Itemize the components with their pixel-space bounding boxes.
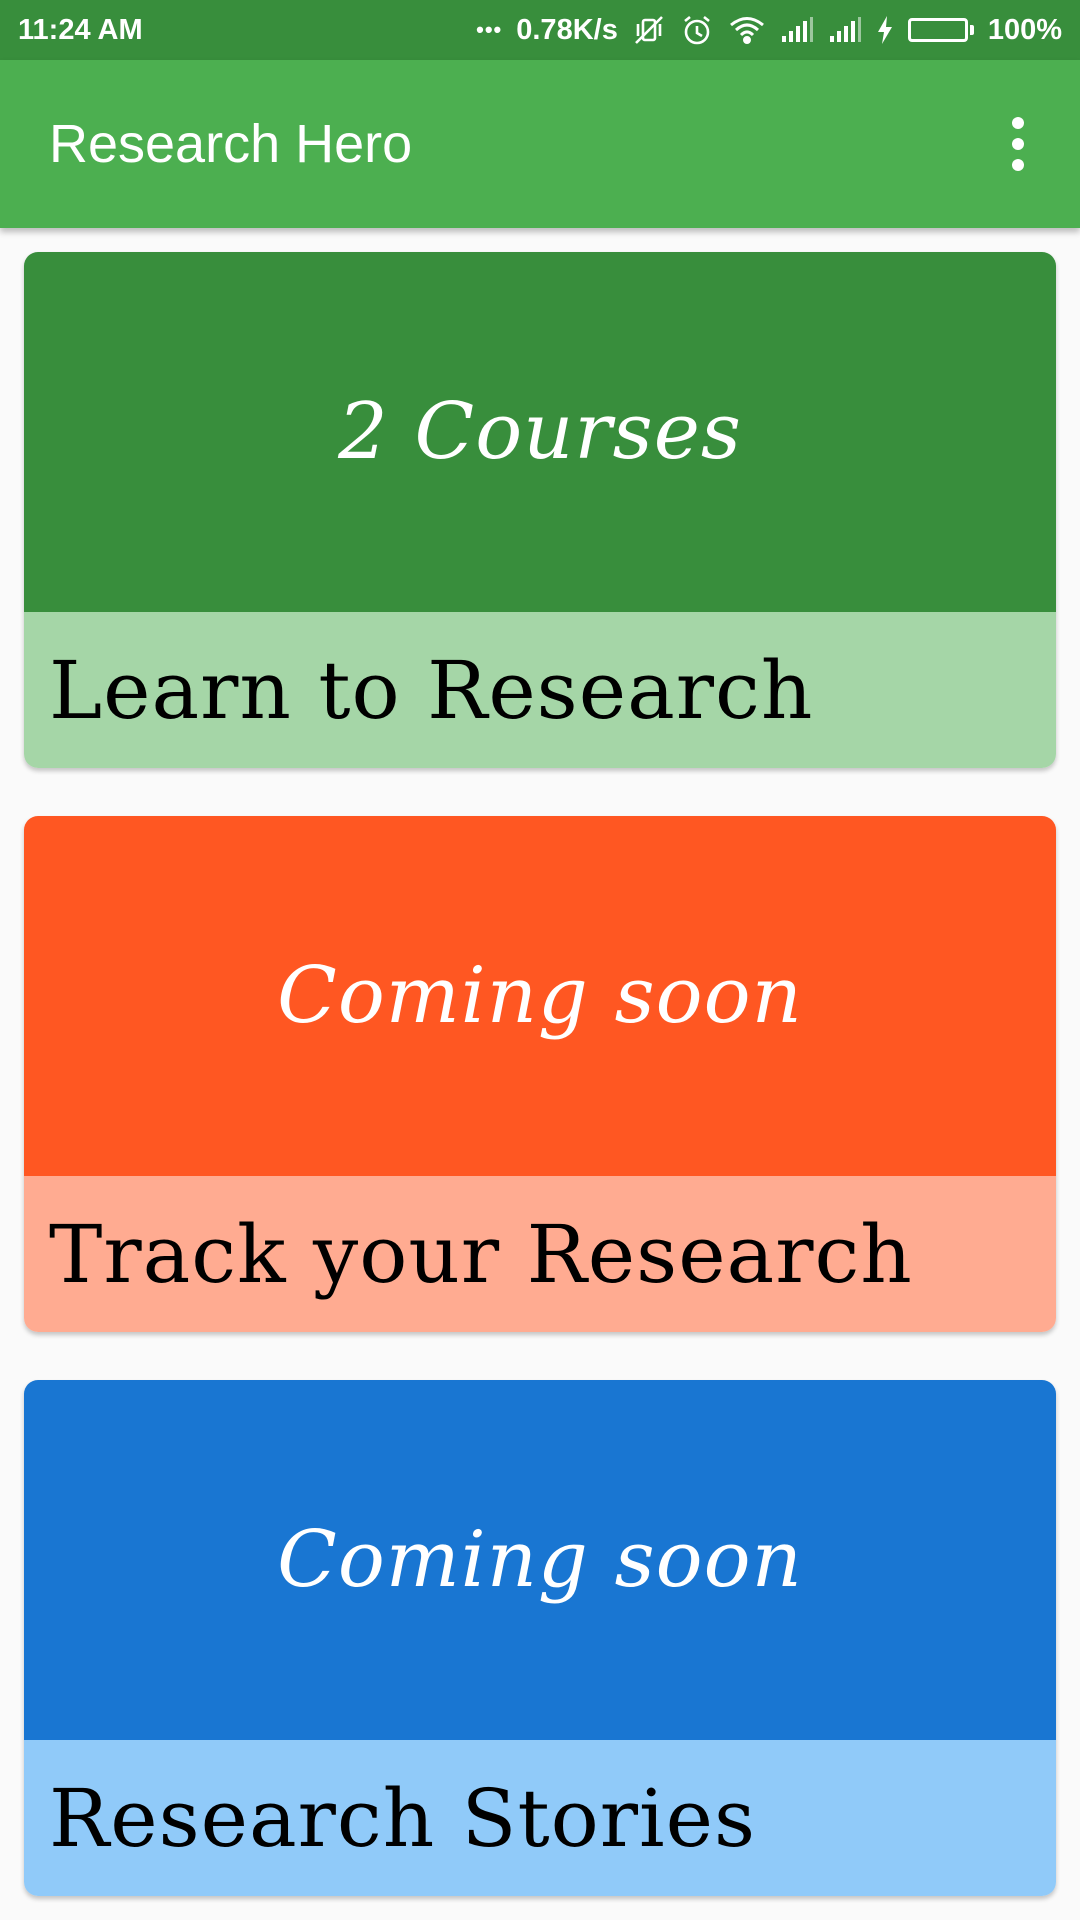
app-bar: Research Hero (0, 60, 1080, 228)
card-title: Track your Research (49, 1207, 913, 1301)
status-bar: 11:24 AM ••• 0.78K/s 100% (0, 0, 1080, 60)
more-dots: ••• (476, 17, 503, 42)
network-speed: 0.78K/s (516, 13, 618, 46)
card-track-your-research[interactable]: Coming soon Track your Research (24, 816, 1056, 1332)
charging-icon (876, 15, 894, 45)
card-footer: Research Stories (24, 1740, 1056, 1896)
card-research-stories[interactable]: Coming soon Research Stories (24, 1380, 1056, 1896)
card-banner: Coming soon (24, 1380, 1056, 1740)
card-banner: Coming soon (24, 816, 1056, 1176)
signal-icon (780, 16, 814, 44)
app-title: Research Hero (49, 114, 413, 174)
card-footer: Learn to Research (24, 612, 1056, 768)
signal-icon (828, 16, 862, 44)
wifi-icon (728, 15, 766, 45)
vibrate-off-icon (632, 13, 666, 47)
card-footer: Track your Research (24, 1176, 1056, 1332)
card-banner: 2 Courses (24, 252, 1056, 612)
card-title: Learn to Research (49, 643, 814, 737)
card-banner-text: 2 Courses (338, 387, 742, 477)
alarm-icon (680, 13, 714, 47)
card-title: Research Stories (49, 1771, 757, 1865)
card-banner-text: Coming soon (277, 951, 803, 1041)
status-icons: ••• 0.78K/s 100% (476, 13, 1062, 47)
card-learn-to-research[interactable]: 2 Courses Learn to Research (24, 252, 1056, 768)
more-vert-icon[interactable] (994, 104, 1042, 184)
card-banner-text: Coming soon (277, 1515, 803, 1605)
status-time: 11:24 AM (18, 13, 143, 46)
battery-icon (907, 18, 974, 42)
battery-percent: 100% (987, 13, 1062, 46)
